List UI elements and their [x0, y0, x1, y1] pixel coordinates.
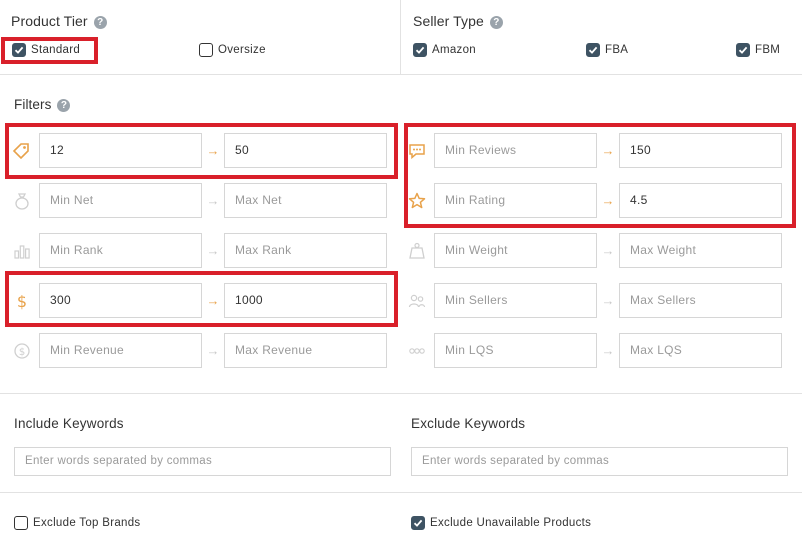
checkbox-amazon[interactable]: Amazon	[413, 41, 476, 59]
exclude-keywords-input[interactable]: Enter words separated by commas	[411, 447, 788, 476]
top-divider-vertical	[400, 0, 401, 74]
highlight-standard	[1, 37, 98, 64]
min-net-input[interactable]: Min Net	[39, 183, 202, 218]
max-lqs-input[interactable]: Max LQS	[619, 333, 782, 368]
min-sellers-input[interactable]: Min Sellers	[434, 283, 597, 318]
arrow-right-icon: →	[601, 293, 615, 308]
checkbox-checked-icon[interactable]	[411, 515, 425, 530]
revenue-coin-icon: $	[14, 343, 30, 359]
highlight-sales-range	[5, 271, 398, 327]
help-icon[interactable]: ?	[93, 16, 107, 29]
product-tier-title: Product Tier?	[11, 13, 107, 29]
highlight-price-range	[5, 123, 398, 179]
checkbox-oversize[interactable]: Oversize	[199, 41, 266, 59]
checkbox-fba[interactable]: FBA	[586, 41, 628, 59]
checkbox-unchecked-icon[interactable]	[199, 42, 213, 57]
filters-divider	[0, 393, 802, 394]
bar-chart-icon	[14, 245, 30, 259]
keywords-divider	[0, 492, 802, 493]
sellers-icon	[408, 294, 426, 308]
arrow-right-icon: →	[206, 243, 220, 258]
checkbox-exclude-top-brands[interactable]: Exclude Top Brands	[14, 514, 140, 532]
include-keywords-label: Include Keywords	[14, 416, 124, 431]
include-keywords-input[interactable]: Enter words separated by commas	[14, 447, 391, 476]
help-icon[interactable]: ?	[57, 99, 71, 112]
min-rank-input[interactable]: Min Rank	[39, 233, 202, 268]
min-weight-input[interactable]: Min Weight	[434, 233, 597, 268]
max-revenue-input[interactable]: Max Revenue	[224, 333, 387, 368]
max-rank-input[interactable]: Max Rank	[224, 233, 387, 268]
arrow-right-icon: →	[206, 193, 220, 208]
exclude-keywords-label: Exclude Keywords	[411, 416, 526, 431]
max-sellers-input[interactable]: Max Sellers	[619, 283, 782, 318]
checkbox-unchecked-icon[interactable]	[14, 515, 28, 530]
seller-type-title: Seller Type?	[413, 13, 503, 29]
min-revenue-input[interactable]: Min Revenue	[39, 333, 202, 368]
checkbox-exclude-unavailable[interactable]: Exclude Unavailable Products	[411, 514, 591, 532]
weight-icon	[409, 242, 425, 259]
top-divider	[0, 74, 802, 75]
checkbox-checked-icon[interactable]	[736, 42, 750, 57]
arrow-right-icon: →	[601, 343, 615, 358]
help-icon[interactable]: ?	[489, 16, 503, 29]
highlight-reviews-rating	[404, 123, 796, 228]
checkbox-checked-icon[interactable]	[586, 42, 600, 57]
svg-text:$: $	[19, 347, 25, 358]
arrow-right-icon: →	[206, 343, 220, 358]
max-weight-input[interactable]: Max Weight	[619, 233, 782, 268]
arrow-right-icon: →	[601, 243, 615, 258]
filters-title: Filters?	[14, 97, 71, 112]
max-net-input[interactable]: Max Net	[224, 183, 387, 218]
checkbox-checked-icon[interactable]	[413, 42, 427, 57]
lqs-icon	[409, 348, 425, 354]
checkbox-fbm[interactable]: FBM	[736, 41, 780, 59]
money-bag-icon	[15, 193, 29, 210]
min-lqs-input[interactable]: Min LQS	[434, 333, 597, 368]
